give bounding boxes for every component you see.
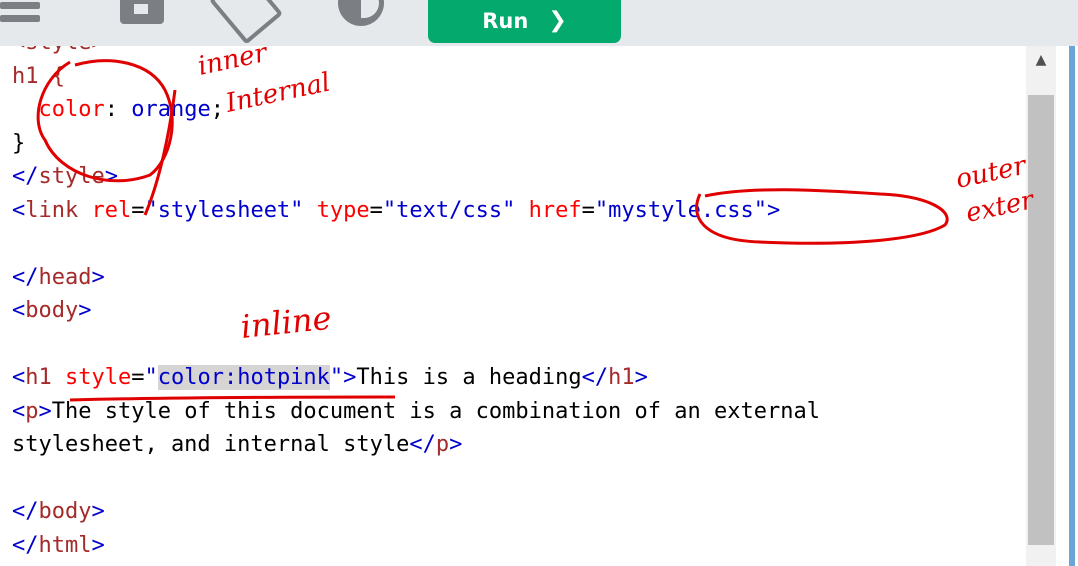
code-token: > [38,398,52,424]
code-token: "mystyle.css" [594,197,768,223]
code-token: = [131,197,145,223]
code-token: </ [12,164,39,189]
code-line[interactable]: </style> [12,160,820,194]
code-token: body [38,499,92,524]
code-token: ; [210,97,224,122]
code-token: < [12,197,26,223]
code-token: rel [91,197,132,223]
code-token: = [369,197,383,223]
code-token: > [767,197,781,223]
code-token: </ [581,365,609,390]
code-token: > [634,365,648,390]
code-text[interactable]: <style>h1 { color: orange;}</style><link… [12,46,820,562]
code-editor[interactable]: <style>h1 { color: orange;}</style><link… [0,46,1026,566]
code-line[interactable] [12,462,820,496]
code-token: </ [12,532,39,558]
code-token: href [528,197,582,223]
code-token: style [38,164,105,189]
run-button[interactable]: Run ❯ [428,0,621,43]
code-token: : [104,97,132,122]
code-token: This is a heading [356,365,582,390]
code-token: h1 [608,365,635,390]
code-token: > [91,264,105,290]
code-token: < [12,398,26,424]
editor-toolbar: Run ❯ [0,0,1078,46]
code-line[interactable]: </head> [12,261,820,295]
code-token: type [316,197,370,223]
run-button-label: Run [482,8,529,33]
theme-icon[interactable] [338,0,384,26]
code-line[interactable]: </html> [12,529,820,563]
code-line[interactable]: </body> [12,495,820,529]
rotate-icon[interactable] [208,0,284,45]
code-line[interactable]: <h1 style="color:hotpink">This is a head… [12,361,820,395]
code-token: p [435,432,450,457]
code-token: " [144,365,158,390]
code-token: h1 [25,365,65,390]
code-token: } [12,130,26,156]
code-token: > [104,164,118,189]
code-token: " [329,365,344,390]
code-token: stylesheet, and internal style [12,432,410,457]
code-token: </ [409,432,436,457]
code-token: < [12,365,26,390]
code-line[interactable]: <body> [12,294,820,328]
code-token: > [78,298,92,323]
code-token: <style> [12,46,105,55]
code-token: = [581,197,595,223]
code-line[interactable]: <link rel="stylesheet" type="text/css" h… [12,194,820,228]
code-token: p [25,398,39,424]
code-token: body [25,298,79,323]
code-line[interactable] [12,227,820,261]
code-token: h1 { [12,63,65,89]
scroll-up-arrow-icon[interactable]: ▲ [1033,52,1049,68]
code-token: = [131,365,145,390]
code-token: style [65,365,132,390]
code-token: > [91,532,105,558]
code-line[interactable] [12,328,820,362]
scrollbar-thumb[interactable] [1028,95,1054,545]
code-token: The style of this document is a combinat… [51,398,820,424]
save-icon[interactable] [120,0,164,24]
code-token: color:hotpink [157,365,330,390]
code-token: color [38,97,105,122]
code-token: > [91,499,105,524]
code-line[interactable]: <style> [12,46,820,60]
code-line[interactable]: stylesheet, and internal style</p> [12,428,820,462]
right-gutter [1056,46,1078,566]
code-token: html [38,532,92,558]
code-line[interactable]: color: orange; [12,93,820,127]
code-token: "text/css" [382,197,516,223]
code-line[interactable]: } [12,127,820,161]
code-token: head [38,264,92,290]
code-line[interactable]: <p>The style of this document is a combi… [12,395,820,429]
code-token: > [343,365,357,390]
code-token: < [12,298,26,323]
code-token: "stylesheet" [144,197,304,223]
code-token: </ [12,499,39,524]
code-token: link [25,197,92,223]
menu-icon[interactable] [0,0,44,30]
code-token: > [449,432,463,457]
code-token: orange [131,97,211,122]
code-token: </ [12,264,39,290]
code-line[interactable]: h1 { [12,60,820,94]
chevron-right-icon: ❯ [548,8,567,33]
